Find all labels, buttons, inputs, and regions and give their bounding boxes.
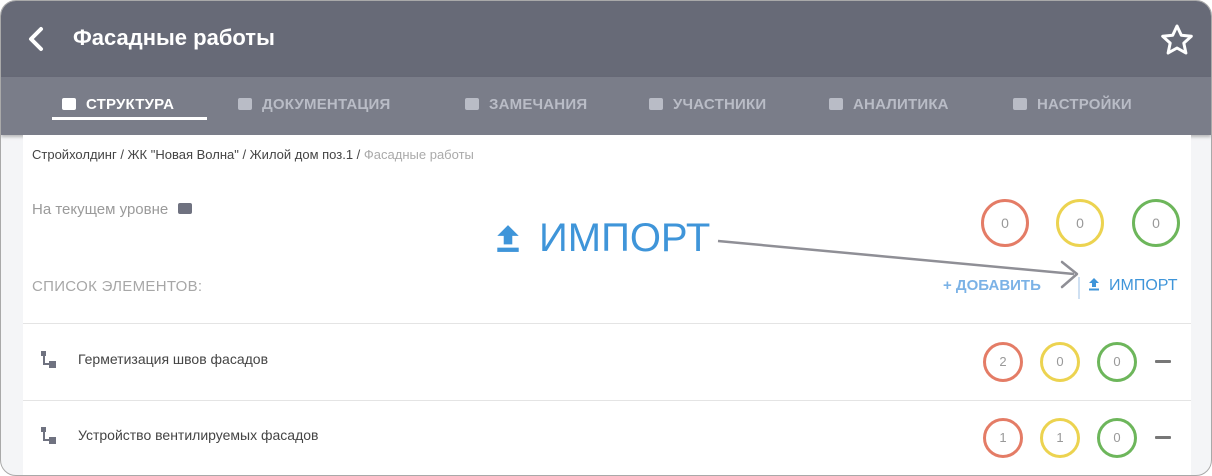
list-title: СПИСОК ЭЛЕМЕНТОВ:	[32, 278, 203, 295]
list-item[interactable]: Герметизация швов фасадов 2 0 0	[23, 324, 1191, 400]
gear-icon	[1013, 98, 1027, 110]
briefcase-icon	[62, 98, 76, 110]
item-yellow-counter: 1	[1040, 418, 1080, 458]
more-options-icon[interactable]	[1155, 360, 1171, 363]
breadcrumb-path[interactable]: Стройхолдинг / ЖК "Новая Волна" / Жилой …	[32, 147, 360, 162]
more-options-icon[interactable]	[1155, 436, 1171, 439]
star-icon[interactable]	[1157, 21, 1197, 61]
tab-participants[interactable]: УЧАСТНИКИ	[649, 96, 766, 113]
import-callout: ИМПОРТ	[495, 216, 710, 261]
button-separator	[1078, 277, 1080, 299]
list-item[interactable]: Устройство вентилируемых фасадов 1 1 0	[23, 400, 1191, 475]
content-card: Стройхолдинг / ЖК "Новая Волна" / Жилой …	[23, 135, 1191, 475]
add-button[interactable]: + ДОБАВИТЬ	[943, 277, 1041, 294]
top-bar: Фасадные работы	[1, 1, 1211, 77]
clipboard-icon	[465, 98, 479, 110]
active-tab-indicator	[52, 117, 207, 120]
tab-analytics[interactable]: АНАЛИТИКА	[829, 96, 949, 113]
breadcrumb-current: Фасадные работы	[363, 147, 474, 162]
upload-icon	[497, 225, 519, 252]
level-red-counter: 0	[981, 199, 1029, 247]
item-green-counter: 0	[1097, 342, 1137, 382]
import-button[interactable]: ИМПОРТ	[1088, 277, 1178, 295]
tab-documentation[interactable]: ДОКУМЕНТАЦИЯ	[238, 96, 391, 113]
level-green-counter: 0	[1132, 199, 1180, 247]
tab-bar: СТРУКТУРА ДОКУМЕНТАЦИЯ ЗАМЕЧАНИЯ УЧАСТНИ…	[1, 77, 1211, 135]
tab-structure[interactable]: СТРУКТУРА	[62, 96, 174, 113]
item-yellow-counter: 0	[1040, 342, 1080, 382]
page-title: Фасадные работы	[73, 25, 275, 50]
tab-remarks[interactable]: ЗАМЕЧАНИЯ	[465, 96, 587, 113]
tab-settings[interactable]: НАСТРОЙКИ	[1013, 96, 1132, 113]
item-green-counter: 0	[1097, 418, 1137, 458]
item-red-counter: 1	[983, 418, 1023, 458]
item-red-counter: 2	[983, 342, 1023, 382]
level-yellow-counter: 0	[1056, 199, 1104, 247]
chart-icon	[829, 98, 843, 110]
breadcrumb: Стройхолдинг / ЖК "Новая Волна" / Жилой …	[32, 147, 474, 162]
list-item-name: Герметизация швов фасадов	[78, 351, 269, 367]
briefcase-icon	[178, 203, 193, 214]
users-icon	[649, 98, 663, 110]
back-arrow-icon[interactable]	[23, 23, 51, 55]
hierarchy-icon	[41, 427, 56, 444]
list-item-name: Устройство вентилируемых фасадов	[78, 427, 319, 443]
current-level-label: На текущем уровне	[32, 201, 193, 218]
folder-icon	[238, 98, 252, 110]
upload-icon	[1089, 278, 1099, 291]
hierarchy-icon	[41, 351, 56, 368]
